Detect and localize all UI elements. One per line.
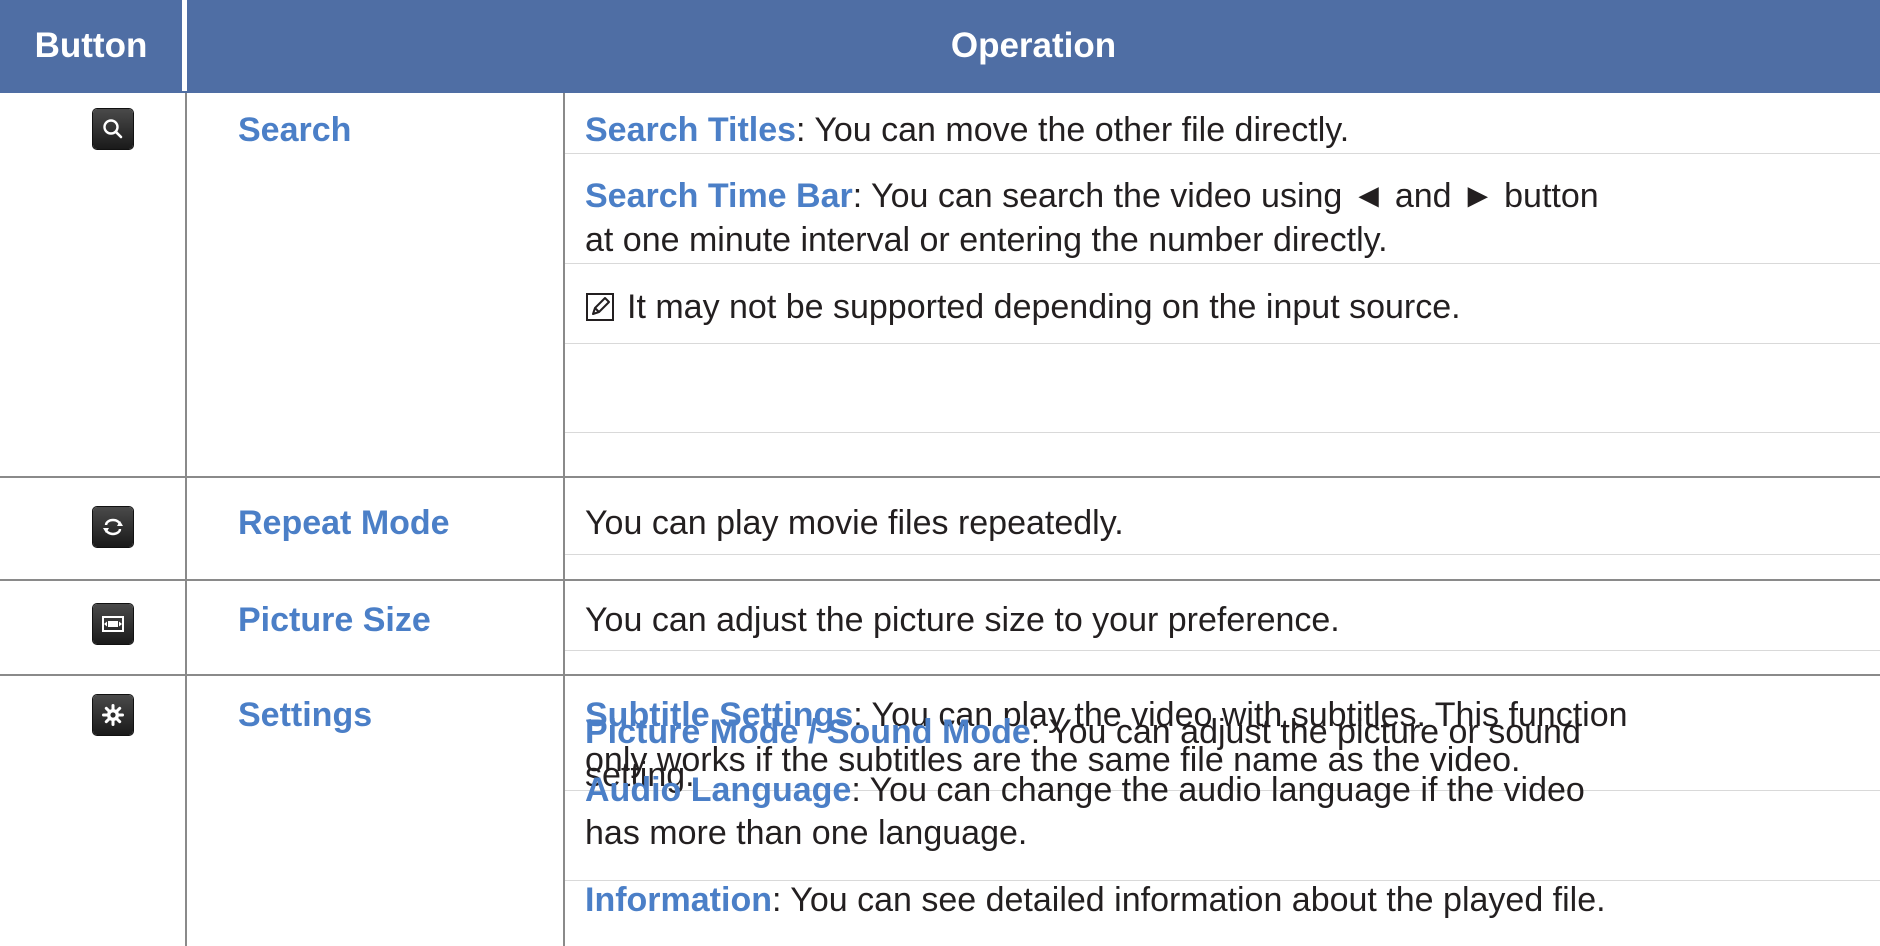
- search-titles-line: Search Titles: You can move the other fi…: [585, 110, 1349, 150]
- audio-language-line: Audio Language: You can change the audio…: [585, 770, 1585, 810]
- search-time-bar-line: Search Time Bar: You can search the vide…: [585, 176, 1599, 216]
- audio-language-line-2: has more than one language.: [585, 813, 1027, 853]
- header-underline: [0, 91, 1880, 93]
- description: : You can see detailed information about…: [771, 881, 1606, 919]
- row-name-repeat-mode: Repeat Mode: [238, 504, 450, 542]
- description: : You can change the audio language if t…: [851, 771, 1585, 809]
- keyword: Search Time Bar: [585, 177, 853, 215]
- keyword: Audio Language: [585, 771, 852, 809]
- row-divider-2: [0, 579, 1880, 581]
- search-time-bar-line-2: at one minute interval or entering the n…: [585, 220, 1388, 260]
- subrow-divider: [565, 263, 1880, 264]
- operations-table: Button Operation Search Search Titles: Y…: [0, 0, 1880, 946]
- row-divider-1: [0, 476, 1880, 478]
- subrow-divider: [565, 554, 1880, 555]
- column-divider-2: [563, 91, 565, 946]
- picture-sound-mode-line: Picture Mode / Sound Mode: You can adjus…: [585, 712, 1581, 752]
- subrow-divider: [565, 343, 1880, 344]
- note-text: It may not be supported depending on the…: [627, 288, 1461, 326]
- subrow-divider: [565, 650, 1880, 651]
- header-operation: Operation: [187, 0, 1880, 91]
- subrow-divider: [565, 153, 1880, 154]
- picture-size-icon: [93, 604, 133, 644]
- picture-size-description: You can adjust the picture size to your …: [585, 601, 1340, 639]
- note-line: It may not be supported depending on the…: [585, 287, 1461, 331]
- row-name-search: Search: [238, 111, 352, 149]
- subrow-divider: [565, 432, 1880, 433]
- row-name-settings: Settings: [238, 696, 373, 734]
- row-name-picture-size: Picture Size: [238, 601, 431, 639]
- row-divider-3: [0, 674, 1880, 676]
- search-icon: [93, 109, 133, 149]
- settings-icon: [93, 695, 133, 735]
- repeat-mode-description: You can play movie files repeatedly.: [585, 504, 1124, 542]
- description: has more than one language.: [585, 814, 1028, 852]
- keyword: Information: [585, 881, 772, 919]
- description: : You can move the other file directly.: [796, 111, 1350, 149]
- header-divider: [185, 0, 187, 91]
- information-line: Information: You can see detailed inform…: [585, 880, 1606, 920]
- note-icon: [585, 291, 615, 331]
- description: at one minute interval or entering the n…: [585, 221, 1388, 259]
- description: : You can adjust the picture or sound: [1030, 713, 1581, 751]
- column-divider-1: [185, 91, 187, 946]
- repeat-icon: [93, 507, 133, 547]
- description: : You can search the video using ◄ and ►…: [852, 177, 1599, 215]
- keyword: Picture Mode / Sound Mode: [585, 713, 1031, 751]
- keyword: Search Titles: [585, 111, 797, 149]
- header-button: Button: [0, 0, 182, 91]
